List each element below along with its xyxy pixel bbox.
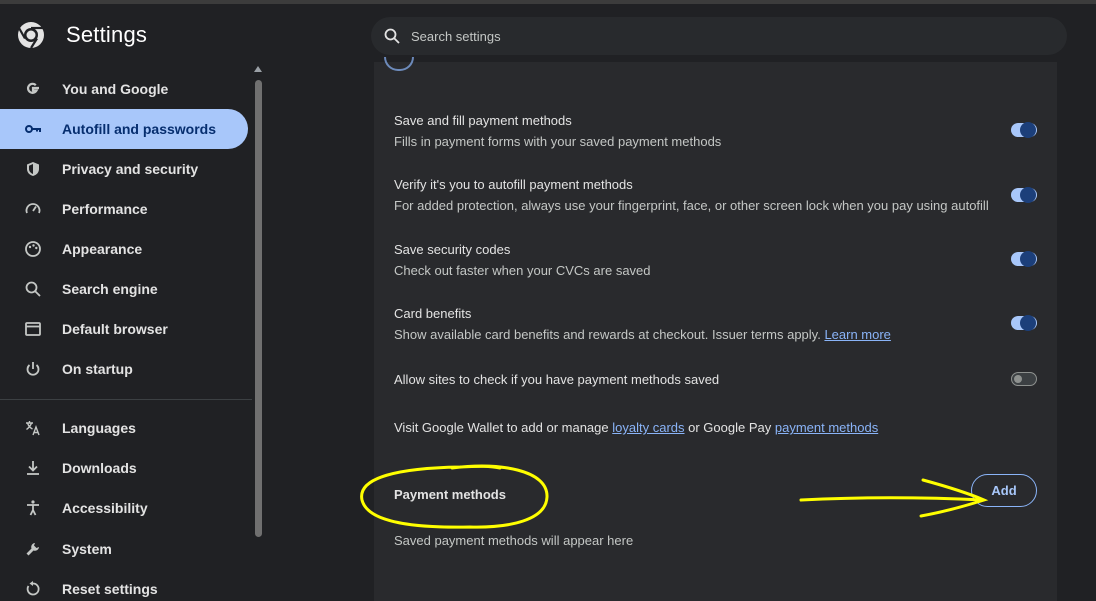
setting-title: Verify it's you to autofill payment meth… <box>394 177 633 192</box>
key-icon <box>24 120 42 138</box>
sidebar-item-label: You and Google <box>62 81 169 97</box>
payment-methods-link[interactable]: payment methods <box>775 420 878 435</box>
setting-description: Fills in payment forms with your saved p… <box>394 134 722 149</box>
download-icon <box>24 459 42 477</box>
sidebar-item-label: Downloads <box>62 460 137 476</box>
sidebar-item-autofill-and-passwords[interactable]: Autofill and passwords <box>0 109 248 149</box>
setting-description: For added protection, always use your fi… <box>394 198 989 213</box>
setting-title: Card benefits <box>394 306 472 321</box>
search-input[interactable] <box>409 27 1013 45</box>
wrench-icon <box>24 540 42 558</box>
search-icon <box>24 280 42 298</box>
setting-row-verify: Verify it's you to autofill payment meth… <box>394 177 1044 213</box>
sidebar-item-label: Reset settings <box>62 581 158 597</box>
sidebar-item-label: Autofill and passwords <box>62 121 217 137</box>
scroll-up-arrow-icon[interactable] <box>254 66 262 72</box>
sidebar-item-label: System <box>62 541 112 557</box>
header: Settings <box>0 4 1096 62</box>
setting-description: Show available card benefits and rewards… <box>394 327 1044 342</box>
sidebar-item-reset-settings[interactable]: Reset settings <box>0 569 248 601</box>
setting-title: Save security codes <box>394 242 511 257</box>
setting-row-card-benefits: Card benefits Show available card benefi… <box>394 306 1044 342</box>
sidebar-item-label: Languages <box>62 420 136 436</box>
setting-row-save-security-codes: Save security codes Check out faster whe… <box>394 242 1044 278</box>
sidebar-item-accessibility[interactable]: Accessibility <box>0 488 248 528</box>
toggle-knob <box>1020 122 1036 138</box>
sidebar-scrollbar-thumb[interactable] <box>255 80 262 537</box>
reset-icon <box>24 580 42 598</box>
sidebar-item-label: Performance <box>62 201 148 217</box>
payment-methods-heading: Payment methods <box>394 487 506 502</box>
learn-more-link[interactable]: Learn more <box>824 327 890 342</box>
sidebar-item-search-engine[interactable]: Search engine <box>0 269 248 309</box>
wallet-prefix: Visit Google Wallet to add or manage <box>394 420 609 435</box>
toggle-card-benefits[interactable] <box>1011 315 1037 331</box>
setting-title: Allow sites to check if you have payment… <box>394 372 720 387</box>
shield-icon <box>24 160 42 178</box>
sidebar-item-on-startup[interactable]: On startup <box>0 349 248 389</box>
setting-row-allow-sites-check: Allow sites to check if you have payment… <box>394 372 1044 387</box>
add-payment-method-button[interactable]: Add <box>971 474 1037 507</box>
toggle-allow-sites-check[interactable] <box>1011 372 1037 386</box>
google-wallet-text: Visit Google Wallet to add or manage loy… <box>394 420 878 435</box>
speedometer-icon <box>24 200 42 218</box>
translate-icon <box>24 419 42 437</box>
palette-icon <box>24 240 42 258</box>
accessibility-icon <box>24 499 42 517</box>
chrome-logo-icon <box>18 22 44 49</box>
sidebar-item-label: Appearance <box>62 241 143 257</box>
sidebar-item-default-browser[interactable]: Default browser <box>0 309 248 349</box>
power-icon <box>24 360 42 378</box>
toggle-save-security-codes[interactable] <box>1011 251 1037 267</box>
setting-row-save-and-fill: Save and fill payment methods Fills in p… <box>394 113 1044 149</box>
sidebar-item-languages[interactable]: Languages <box>0 408 248 448</box>
brand: Settings <box>16 20 147 50</box>
setting-title: Save and fill payment methods <box>394 113 572 128</box>
toggle-knob <box>1020 251 1036 267</box>
sidebar-item-you-and-google[interactable]: You and Google <box>0 69 248 109</box>
toggle-save-and-fill[interactable] <box>1011 122 1037 138</box>
sidebar-item-label: Search engine <box>62 281 158 297</box>
payment-methods-empty-text: Saved payment methods will appear here <box>394 533 634 548</box>
sidebar: You and Google Autofill and passwords Pr… <box>0 62 252 601</box>
browser-window-icon <box>24 320 42 338</box>
sidebar-item-privacy-and-security[interactable]: Privacy and security <box>0 149 248 189</box>
toggle-verify[interactable] <box>1011 187 1037 203</box>
toggle-knob <box>1014 375 1022 383</box>
sidebar-item-performance[interactable]: Performance <box>0 189 248 229</box>
search-bar[interactable] <box>371 17 1067 55</box>
card-benefits-description: Show available card benefits and rewards… <box>394 327 821 342</box>
sidebar-item-label: Default browser <box>62 321 168 337</box>
sidebar-item-label: On startup <box>62 361 133 377</box>
toggle-knob <box>1020 315 1036 331</box>
sidebar-item-appearance[interactable]: Appearance <box>0 229 248 269</box>
sidebar-item-system[interactable]: System <box>0 529 248 569</box>
loyalty-cards-link[interactable]: loyalty cards <box>612 420 684 435</box>
sidebar-divider <box>0 399 252 400</box>
page-title: Settings <box>66 22 148 47</box>
wallet-middle: or Google Pay <box>688 420 772 435</box>
sidebar-item-downloads[interactable]: Downloads <box>0 448 248 488</box>
toggle-knob <box>1020 187 1036 203</box>
google-g-icon <box>24 80 42 98</box>
sidebar-item-label: Accessibility <box>62 500 148 516</box>
search-icon <box>384 28 400 44</box>
sidebar-item-label: Privacy and security <box>62 161 199 177</box>
setting-description: Check out faster when your CVCs are save… <box>394 263 651 278</box>
